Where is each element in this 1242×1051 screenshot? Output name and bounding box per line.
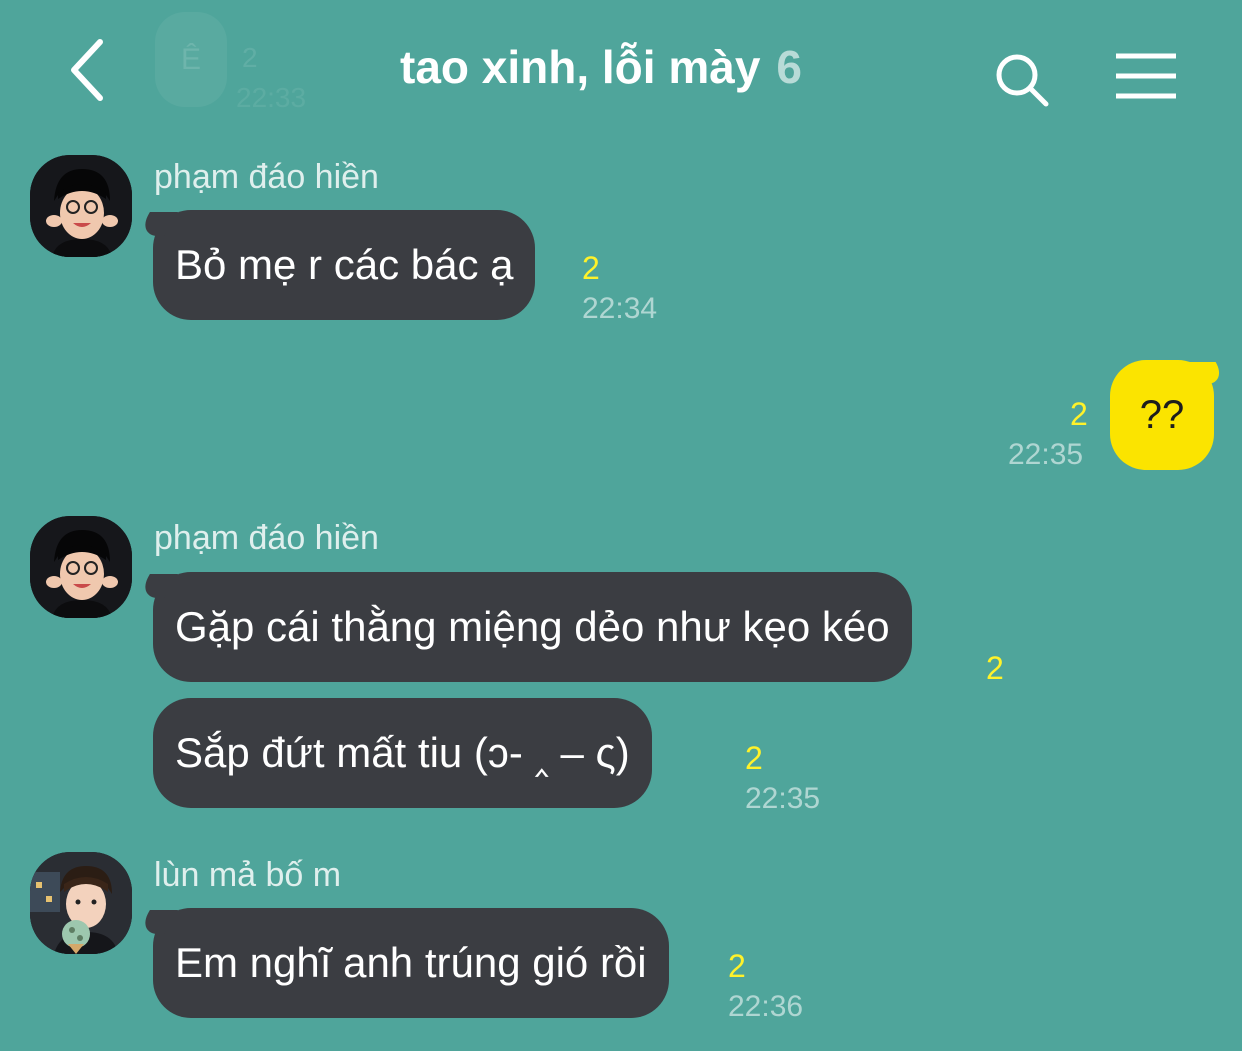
sender-name: phạm đáo hiền (154, 519, 379, 557)
member-count: 6 (776, 41, 803, 93)
message-time: 22:36 (728, 990, 804, 1023)
message-bubble[interactable]: Sắp đứt mất tiu (ↄ- ‸ – ς) (153, 698, 652, 808)
message-time: 22:35 (1008, 438, 1084, 471)
back-button[interactable] (60, 30, 120, 110)
faded-timestamp: 22:33 (236, 82, 307, 113)
sender-avatar[interactable] (30, 852, 132, 954)
message-bubble[interactable]: Bỏ mẹ r các bác ạ (153, 210, 536, 320)
message-bubble[interactable]: Em nghĩ anh trúng gió rồi (153, 908, 669, 1018)
search-button[interactable] (992, 50, 1052, 110)
search-icon (996, 54, 1049, 107)
hamburger-menu-icon (1116, 53, 1176, 99)
unread-count: 2 (728, 948, 746, 984)
profile-photo (30, 852, 132, 954)
faded-avatar: Ê (155, 12, 227, 107)
faded-unread-count: 2 (242, 42, 258, 73)
chat-title-area[interactable]: tao xinh, lỗi mày 6 (400, 40, 860, 100)
unread-count: 2 (986, 650, 1004, 686)
unread-count: 2 (745, 740, 763, 776)
message-bubble[interactable]: Gặp cái thằng miệng dẻo như kẹo kéo (153, 572, 912, 682)
sender-name: lùn mả bố m (154, 856, 342, 894)
message-time: 22:34 (582, 292, 658, 325)
message-time: 22:35 (745, 782, 821, 815)
chevron-left-icon (71, 39, 103, 101)
chat-header: Ê 2 22:33 tao xinh, lỗi mày 6 (0, 0, 1242, 140)
sender-name: phạm đáo hiền (154, 158, 379, 196)
sender-avatar[interactable] (30, 516, 132, 618)
unread-count: 2 (582, 250, 600, 286)
chat-title: tao xinh, lỗi mày (400, 41, 761, 93)
profile-photo (30, 516, 132, 618)
profile-photo (30, 155, 132, 257)
sender-avatar[interactable] (30, 155, 132, 257)
menu-button[interactable] (1114, 52, 1178, 100)
my-message-bubble[interactable]: ?? (1110, 360, 1214, 470)
unread-count: 2 (1070, 396, 1088, 432)
